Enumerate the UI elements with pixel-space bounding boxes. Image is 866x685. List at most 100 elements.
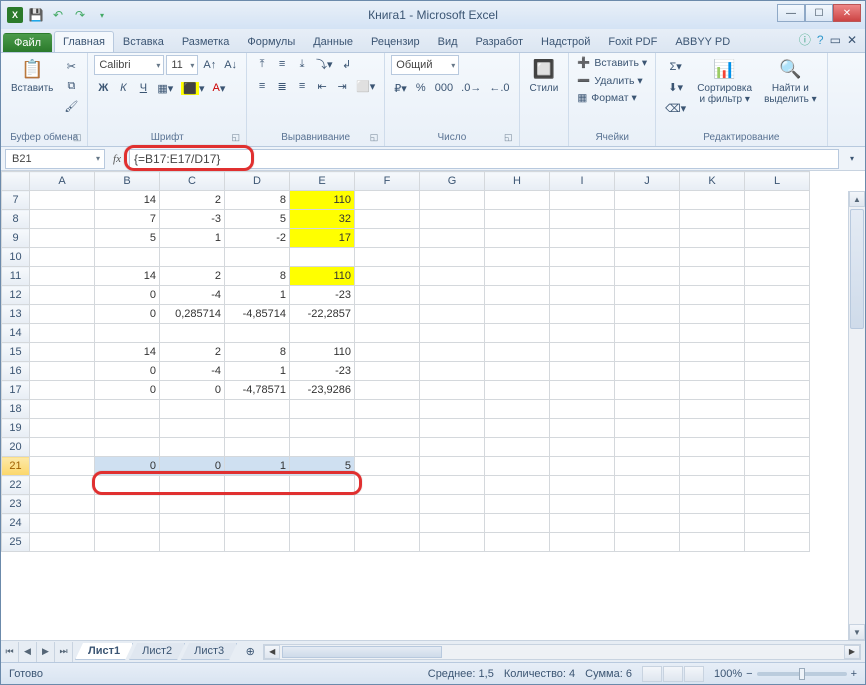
paste-button[interactable]: 📋 Вставить [7, 55, 57, 96]
cell-K12[interactable] [680, 286, 745, 305]
name-box[interactable]: B21 [5, 149, 105, 169]
cell-J11[interactable] [615, 267, 680, 286]
hscroll-thumb[interactable] [282, 646, 442, 658]
cell-G19[interactable] [420, 419, 485, 438]
cell-C18[interactable] [160, 400, 225, 419]
decrease-font-icon[interactable]: A↓ [221, 56, 240, 74]
cell-D8[interactable]: 5 [225, 210, 290, 229]
cell-F10[interactable] [355, 248, 420, 267]
col-header-I[interactable]: I [550, 172, 615, 191]
cell-D10[interactable] [225, 248, 290, 267]
cell-I8[interactable] [550, 210, 615, 229]
cell-F18[interactable] [355, 400, 420, 419]
cell-J8[interactable] [615, 210, 680, 229]
cell-D24[interactable] [225, 514, 290, 533]
cell-I23[interactable] [550, 495, 615, 514]
cell-E20[interactable] [290, 438, 355, 457]
view-layout-icon[interactable] [663, 666, 683, 682]
cell-H22[interactable] [485, 476, 550, 495]
format-painter-icon[interactable]: 🖌 [61, 97, 81, 115]
tab-вставка[interactable]: Вставка [114, 31, 173, 52]
cell-D21[interactable]: 1 [225, 457, 290, 476]
cell-E13[interactable]: -22,2857 [290, 305, 355, 324]
cell-H11[interactable] [485, 267, 550, 286]
cell-B12[interactable]: 0 [95, 286, 160, 305]
zoom-out-icon[interactable]: − [746, 668, 752, 680]
cell-L7[interactable] [745, 191, 810, 210]
cell-J25[interactable] [615, 533, 680, 552]
tab-главная[interactable]: Главная [54, 31, 114, 52]
row-header-15[interactable]: 15 [2, 343, 30, 362]
tab-abbyy pd[interactable]: ABBYY PD [666, 31, 739, 52]
cell-F12[interactable] [355, 286, 420, 305]
cell-G8[interactable] [420, 210, 485, 229]
cell-K18[interactable] [680, 400, 745, 419]
cell-H16[interactable] [485, 362, 550, 381]
hscroll-left-icon[interactable]: ◀ [264, 645, 280, 659]
cell-H12[interactable] [485, 286, 550, 305]
cell-F22[interactable] [355, 476, 420, 495]
cell-H13[interactable] [485, 305, 550, 324]
cell-G9[interactable] [420, 229, 485, 248]
cell-I22[interactable] [550, 476, 615, 495]
cell-L21[interactable] [745, 457, 810, 476]
cell-I24[interactable] [550, 514, 615, 533]
cell-J12[interactable] [615, 286, 680, 305]
tab-данные[interactable]: Данные [304, 31, 362, 52]
cell-E15[interactable]: 110 [290, 343, 355, 362]
merge-icon[interactable]: ⬜▾ [353, 77, 378, 95]
cell-A9[interactable] [30, 229, 95, 248]
row-header-24[interactable]: 24 [2, 514, 30, 533]
row-header-17[interactable]: 17 [2, 381, 30, 400]
cut-icon[interactable]: ✂ [61, 57, 81, 75]
indent-dec-icon[interactable]: ⇤ [313, 77, 331, 95]
align-top-icon[interactable]: ⤒ [253, 55, 271, 73]
cell-A12[interactable] [30, 286, 95, 305]
tab-разметка[interactable]: Разметка [173, 31, 239, 52]
cell-I10[interactable] [550, 248, 615, 267]
italic-button[interactable]: К [114, 79, 132, 97]
row-header-25[interactable]: 25 [2, 533, 30, 552]
wrap-text-icon[interactable]: ↲ [338, 55, 356, 73]
cell-D25[interactable] [225, 533, 290, 552]
cell-C9[interactable]: 1 [160, 229, 225, 248]
scroll-down-icon[interactable]: ▼ [849, 624, 865, 640]
cell-K8[interactable] [680, 210, 745, 229]
row-header-21[interactable]: 21 [2, 457, 30, 476]
cell-L22[interactable] [745, 476, 810, 495]
cell-E7[interactable]: 110 [290, 191, 355, 210]
cell-F7[interactable] [355, 191, 420, 210]
col-header-J[interactable]: J [615, 172, 680, 191]
col-header-L[interactable]: L [745, 172, 810, 191]
col-header-H[interactable]: H [485, 172, 550, 191]
cell-C11[interactable]: 2 [160, 267, 225, 286]
cell-D19[interactable] [225, 419, 290, 438]
ribbon-min-icon[interactable]: ▭ [830, 33, 841, 47]
clear-icon[interactable]: ⌫▾ [662, 99, 689, 117]
cell-I14[interactable] [550, 324, 615, 343]
cell-J15[interactable] [615, 343, 680, 362]
cell-C12[interactable]: -4 [160, 286, 225, 305]
cell-A14[interactable] [30, 324, 95, 343]
cell-L9[interactable] [745, 229, 810, 248]
cell-L14[interactable] [745, 324, 810, 343]
cell-L18[interactable] [745, 400, 810, 419]
cell-A11[interactable] [30, 267, 95, 286]
cell-L8[interactable] [745, 210, 810, 229]
sheet-nav-first-icon[interactable]: ⏮ [1, 642, 19, 662]
cell-K19[interactable] [680, 419, 745, 438]
cell-D11[interactable]: 8 [225, 267, 290, 286]
cell-H19[interactable] [485, 419, 550, 438]
fill-icon[interactable]: ⬇▾ [662, 78, 689, 96]
cell-G25[interactable] [420, 533, 485, 552]
cell-F19[interactable] [355, 419, 420, 438]
cell-B24[interactable] [95, 514, 160, 533]
cell-K21[interactable] [680, 457, 745, 476]
cell-K20[interactable] [680, 438, 745, 457]
font-size-combo[interactable]: 11 [166, 55, 198, 75]
scroll-up-icon[interactable]: ▲ [849, 191, 865, 207]
cell-L23[interactable] [745, 495, 810, 514]
cell-I21[interactable] [550, 457, 615, 476]
tab-рецензир[interactable]: Рецензир [362, 31, 429, 52]
cell-B10[interactable] [95, 248, 160, 267]
